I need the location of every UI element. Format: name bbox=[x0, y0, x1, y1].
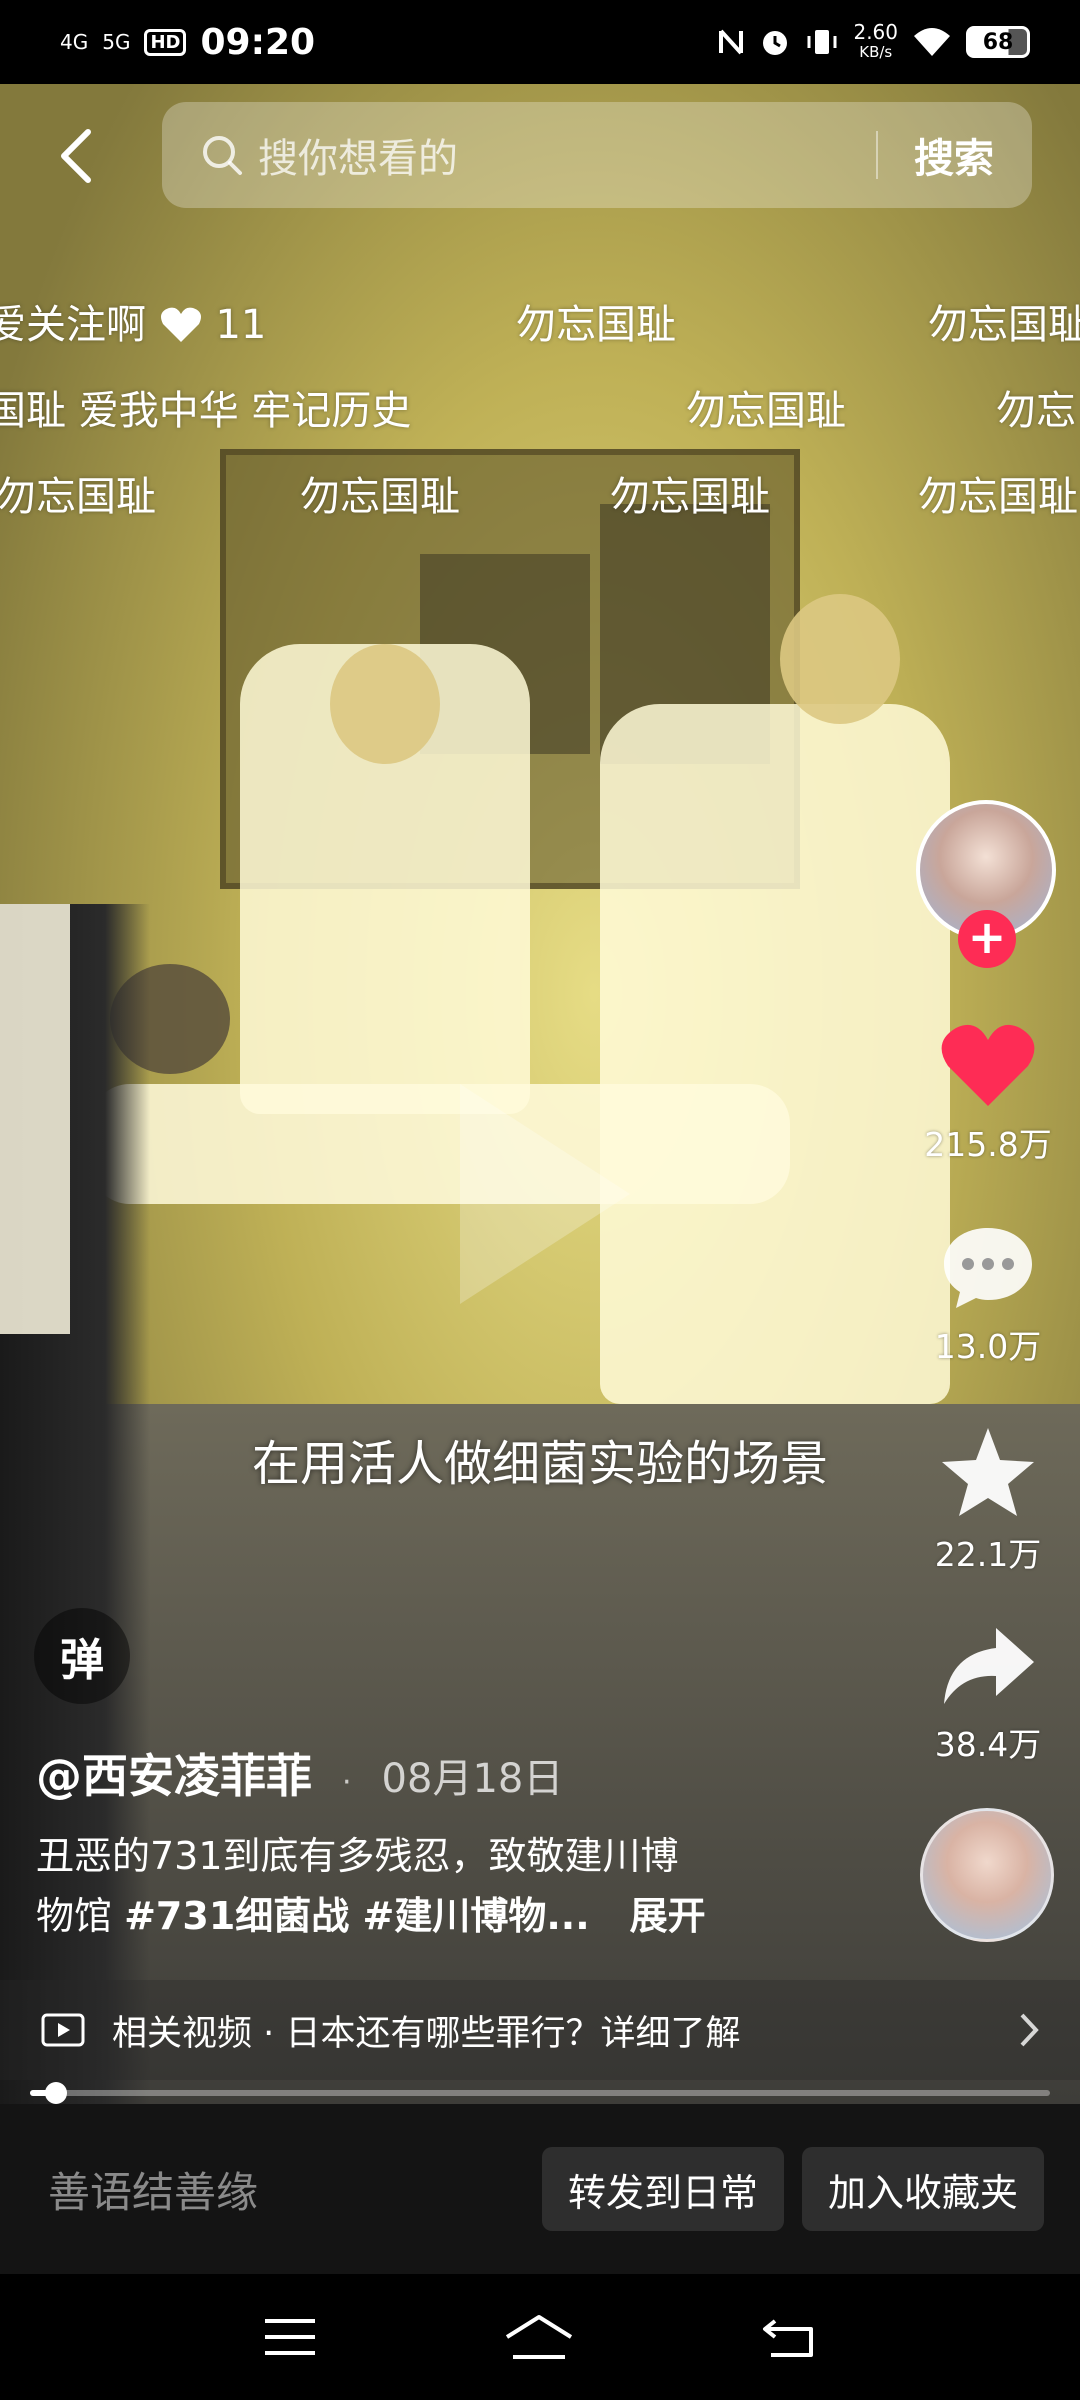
share-button[interactable]: 38.4万 bbox=[908, 1620, 1068, 1766]
net-speed: 2.60 KB/s bbox=[853, 22, 898, 62]
menu-icon[interactable] bbox=[263, 2317, 317, 2357]
favorite-button[interactable]: 22.1万 bbox=[908, 1424, 1068, 1576]
chevron-right-icon bbox=[1020, 2013, 1039, 2047]
separator-dot: · bbox=[342, 1765, 352, 1800]
progress-knob[interactable] bbox=[44, 2082, 67, 2104]
wifi-icon bbox=[914, 28, 950, 56]
danmaku-item: 勿忘国耻 bbox=[0, 474, 156, 520]
search-bar[interactable]: 搜你想看的 搜索 bbox=[162, 102, 1032, 208]
scene-bed bbox=[90, 1084, 790, 1204]
bottom-action-bar: 善语结善缘 转发到日常 加入收藏夹 bbox=[0, 2104, 1080, 2274]
danmaku-toggle-button[interactable]: 弹 bbox=[34, 1608, 130, 1704]
post-date: 08月18日 bbox=[381, 1756, 564, 1802]
like-count: 215.8万 bbox=[924, 1125, 1052, 1164]
search-icon bbox=[203, 136, 242, 175]
scene-bystander-shirt bbox=[0, 904, 70, 1334]
hd-badge: HD bbox=[144, 28, 187, 56]
heart-icon bbox=[160, 307, 201, 342]
clock-time: 09:20 bbox=[200, 21, 316, 63]
share-icon bbox=[944, 1628, 1034, 1704]
share-count: 38.4万 bbox=[934, 1725, 1042, 1764]
favorite-count: 22.1万 bbox=[934, 1535, 1042, 1574]
related-videos-strip[interactable]: 相关视频 · 日本还有哪些罪行？详细了解 bbox=[0, 1980, 1080, 2080]
network-4g: 4G bbox=[60, 30, 89, 54]
heart-icon bbox=[941, 1024, 1035, 1106]
status-right: 2.60 KB/s 68 bbox=[717, 22, 1030, 62]
danmaku-item: 勿忘国耻 bbox=[610, 474, 770, 520]
add-to-favorites-button[interactable]: 加入收藏夹 bbox=[801, 2147, 1044, 2231]
video-icon bbox=[41, 2013, 85, 2047]
system-nav-bar bbox=[0, 2274, 1080, 2400]
search-button[interactable]: 搜索 bbox=[914, 126, 994, 184]
danmaku-item: 勿忘国耻 bbox=[516, 302, 676, 348]
star-icon bbox=[942, 1428, 1034, 1516]
related-dot: · bbox=[263, 2013, 275, 2054]
status-bar: 4G 5G HD 09:20 2.60 KB/s 68 bbox=[0, 0, 1080, 84]
back-arrow-icon bbox=[61, 129, 91, 183]
scene-figure-head bbox=[780, 594, 900, 724]
follow-button[interactable]: + bbox=[958, 910, 1016, 968]
danmaku-item: 爱关注啊 11 bbox=[0, 292, 266, 350]
description-prefix: 物馆 bbox=[36, 1894, 125, 1938]
hashtags[interactable]: #731细菌战 #建川博物... bbox=[124, 1894, 590, 1938]
back-nav-icon[interactable] bbox=[761, 2315, 817, 2359]
scene-figure bbox=[600, 704, 950, 1404]
author-name[interactable]: @西安凌菲菲 bbox=[36, 1740, 312, 1806]
related-text: 相关视频 · 日本还有哪些罪行？详细了解 bbox=[112, 2005, 1018, 2056]
comment-icon bbox=[944, 1228, 1032, 1308]
search-divider bbox=[876, 131, 878, 179]
repost-button[interactable]: 转发到日常 bbox=[541, 2147, 784, 2231]
author-row: @西安凌菲菲 · 08月18日 bbox=[36, 1740, 563, 1806]
danmaku-item: 勿忘国耻 bbox=[686, 388, 846, 434]
danmaku-item: 勿忘国耻 bbox=[300, 474, 460, 520]
net-speed-value: 2.60 bbox=[853, 20, 898, 44]
like-button[interactable]: 215.8万 bbox=[908, 1020, 1068, 1166]
home-icon[interactable] bbox=[503, 2313, 575, 2361]
description-line-2: 物馆 #731细菌战 #建川博物... 展开 bbox=[36, 1886, 796, 1946]
expand-button[interactable]: 展开 bbox=[630, 1894, 706, 1938]
play-hint-icon bbox=[460, 1084, 630, 1304]
comment-count: 13.0万 bbox=[934, 1327, 1042, 1366]
danmaku-item: 国耻 爱我中华 牢记历史 bbox=[0, 388, 412, 434]
nfc-icon bbox=[719, 29, 744, 55]
progress-bar[interactable] bbox=[30, 2082, 1050, 2104]
back-button[interactable] bbox=[46, 120, 106, 192]
network-5g: 5G bbox=[102, 30, 131, 54]
comment-input[interactable]: 善语结善缘 bbox=[48, 2159, 524, 2220]
alarm-icon bbox=[763, 31, 788, 55]
scene-figure-head bbox=[330, 644, 440, 764]
description-line-1: 丑恶的731到底有多残忍，致敬建川博 bbox=[36, 1834, 679, 1878]
video-description[interactable]: 丑恶的731到底有多残忍，致敬建川博 物馆 #731细菌战 #建川博物... 展开 bbox=[36, 1826, 796, 1946]
status-left: 4G 5G HD 09:20 bbox=[60, 22, 315, 63]
related-label: 相关视频 bbox=[112, 2013, 253, 2054]
music-disc[interactable] bbox=[920, 1808, 1054, 1942]
danmaku-item: 勿忘国耻 bbox=[928, 302, 1080, 348]
search-input[interactable]: 搜你想看的 bbox=[258, 126, 876, 184]
danmaku-item: 勿忘 bbox=[996, 388, 1076, 434]
related-query: 日本还有哪些罪行？详细了解 bbox=[285, 2013, 741, 2054]
danmaku-toggle-label: 弹 bbox=[60, 1635, 104, 1686]
net-speed-unit: KB/s bbox=[859, 43, 893, 61]
comment-button[interactable]: 13.0万 bbox=[908, 1222, 1068, 1368]
battery-indicator: 68 bbox=[966, 26, 1030, 58]
vibrate-icon bbox=[807, 30, 837, 54]
danmaku-count: 11 bbox=[215, 302, 267, 348]
danmaku-item: 勿忘国耻 bbox=[918, 474, 1078, 520]
danmaku-text: 爱关注啊 bbox=[0, 302, 146, 348]
